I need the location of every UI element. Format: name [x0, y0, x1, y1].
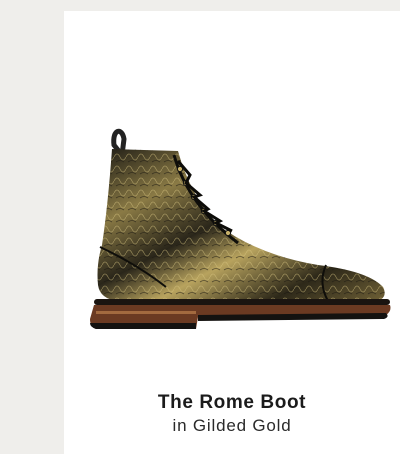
product-name[interactable]: The Rome Boot	[64, 392, 400, 414]
boot-image	[90, 128, 391, 329]
product-image[interactable]	[78, 115, 398, 335]
product-card[interactable]: The Rome Boot in Gilded Gold	[64, 11, 400, 454]
product-variant: in Gilded Gold	[172, 416, 292, 435]
